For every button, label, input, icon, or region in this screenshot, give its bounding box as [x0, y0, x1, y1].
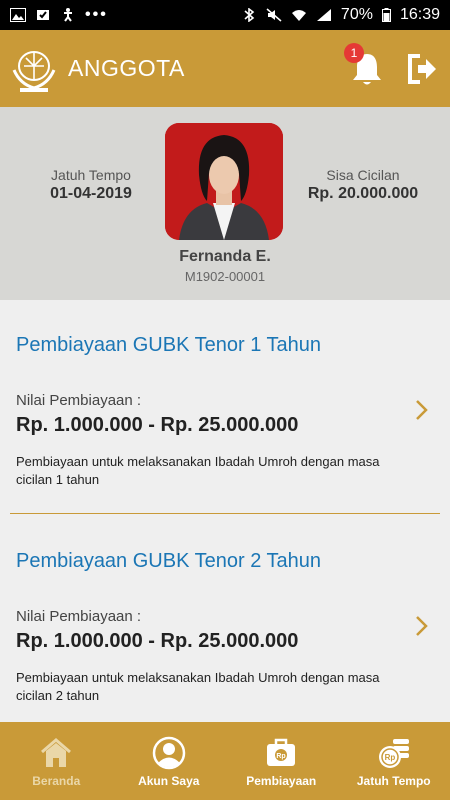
account-icon [152, 736, 185, 770]
nav-item-jatuh-tempo[interactable]: Rp Jatuh Tempo [338, 722, 450, 800]
logo-emblem [12, 50, 56, 92]
home-icon [41, 738, 72, 767]
financing-bag-icon: Rp [267, 738, 296, 766]
chevron-right-icon[interactable] [414, 398, 430, 422]
battery-icon [381, 8, 391, 22]
notification-badge: 1 [344, 42, 364, 63]
financing-card[interactable]: Pembiayaan GUBK Tenor 1 Tahun Nilai Pemb… [0, 300, 450, 516]
more-notifications: ••• [85, 6, 108, 23]
member-name: Fernanda E. [179, 248, 271, 265]
nav-label: Jatuh Tempo [356, 774, 431, 788]
nav-item-pembiayaan[interactable]: Rp Pembiayaan [225, 722, 338, 800]
financing-title: Pembiayaan GUBK Tenor 1 Tahun [16, 334, 322, 356]
signal-icon [316, 9, 331, 21]
app-bar: ANGGOTA 1 [0, 30, 450, 107]
member-photo [165, 123, 283, 240]
coins-icon: Rp [378, 739, 409, 768]
mute-icon [266, 8, 282, 22]
battery-percent: 70% [340, 6, 373, 23]
notification-button[interactable]: 1 [344, 42, 384, 87]
financing-amount-range: Rp. 1.000.000 - Rp. 25.000.000 [16, 630, 299, 652]
nav-item-beranda[interactable]: Beranda [0, 722, 113, 800]
financing-amount-label: Nilai Pembiayaan : [16, 608, 142, 625]
financing-amount-label: Nilai Pembiayaan : [16, 392, 142, 409]
profile-summary: Jatuh Tempo 01-04-2019 Sisa Cicilan Rp. … [0, 107, 450, 300]
bottom-navigation: Beranda Akun Saya Rp Pembiayaan Rp Jatuh… [0, 722, 450, 800]
nav-label: Pembiayaan [246, 774, 317, 788]
svg-text:Rp: Rp [384, 753, 395, 762]
nav-label: Beranda [32, 774, 81, 788]
wifi-icon [291, 10, 306, 21]
gallery-icon [10, 8, 26, 22]
due-date-stat: Jatuh Tempo 01-04-2019 [20, 167, 162, 203]
logout-icon[interactable] [406, 53, 438, 85]
due-date-label: Jatuh Tempo [51, 167, 131, 183]
financing-description: Pembiayaan untuk melaksanakan Ibadah Umr… [16, 454, 380, 487]
svg-text:Rp: Rp [277, 753, 286, 760]
financing-description: Pembiayaan untuk melaksanakan Ibadah Umr… [16, 670, 380, 703]
financing-title: Pembiayaan GUBK Tenor 2 Tahun [16, 550, 322, 572]
download-check-icon [37, 10, 49, 20]
remaining-installment-stat: Sisa Cicilan Rp. 20.000.000 [292, 167, 434, 203]
financing-card[interactable]: Pembiayaan GUBK Tenor 2 Tahun Nilai Pemb… [0, 516, 450, 732]
accessibility-icon [64, 8, 72, 22]
nav-label: Akun Saya [138, 774, 200, 788]
nav-item-akun-saya[interactable]: Akun Saya [113, 722, 226, 800]
app-title: ANGGOTA [68, 55, 185, 81]
status-bar: ••• 70% 16:39 [0, 0, 450, 30]
clock-time: 16:39 [399, 6, 440, 23]
due-date-value: 01-04-2019 [50, 185, 132, 202]
financing-amount-range: Rp. 1.000.000 - Rp. 25.000.000 [16, 414, 299, 436]
card-divider [10, 513, 440, 514]
member-id: M1902-00001 [184, 269, 266, 284]
remaining-installment-label: Sisa Cicilan [326, 167, 400, 183]
chevron-right-icon[interactable] [414, 614, 430, 638]
remaining-installment-value: Rp. 20.000.000 [307, 185, 419, 202]
bluetooth-icon [244, 8, 255, 22]
